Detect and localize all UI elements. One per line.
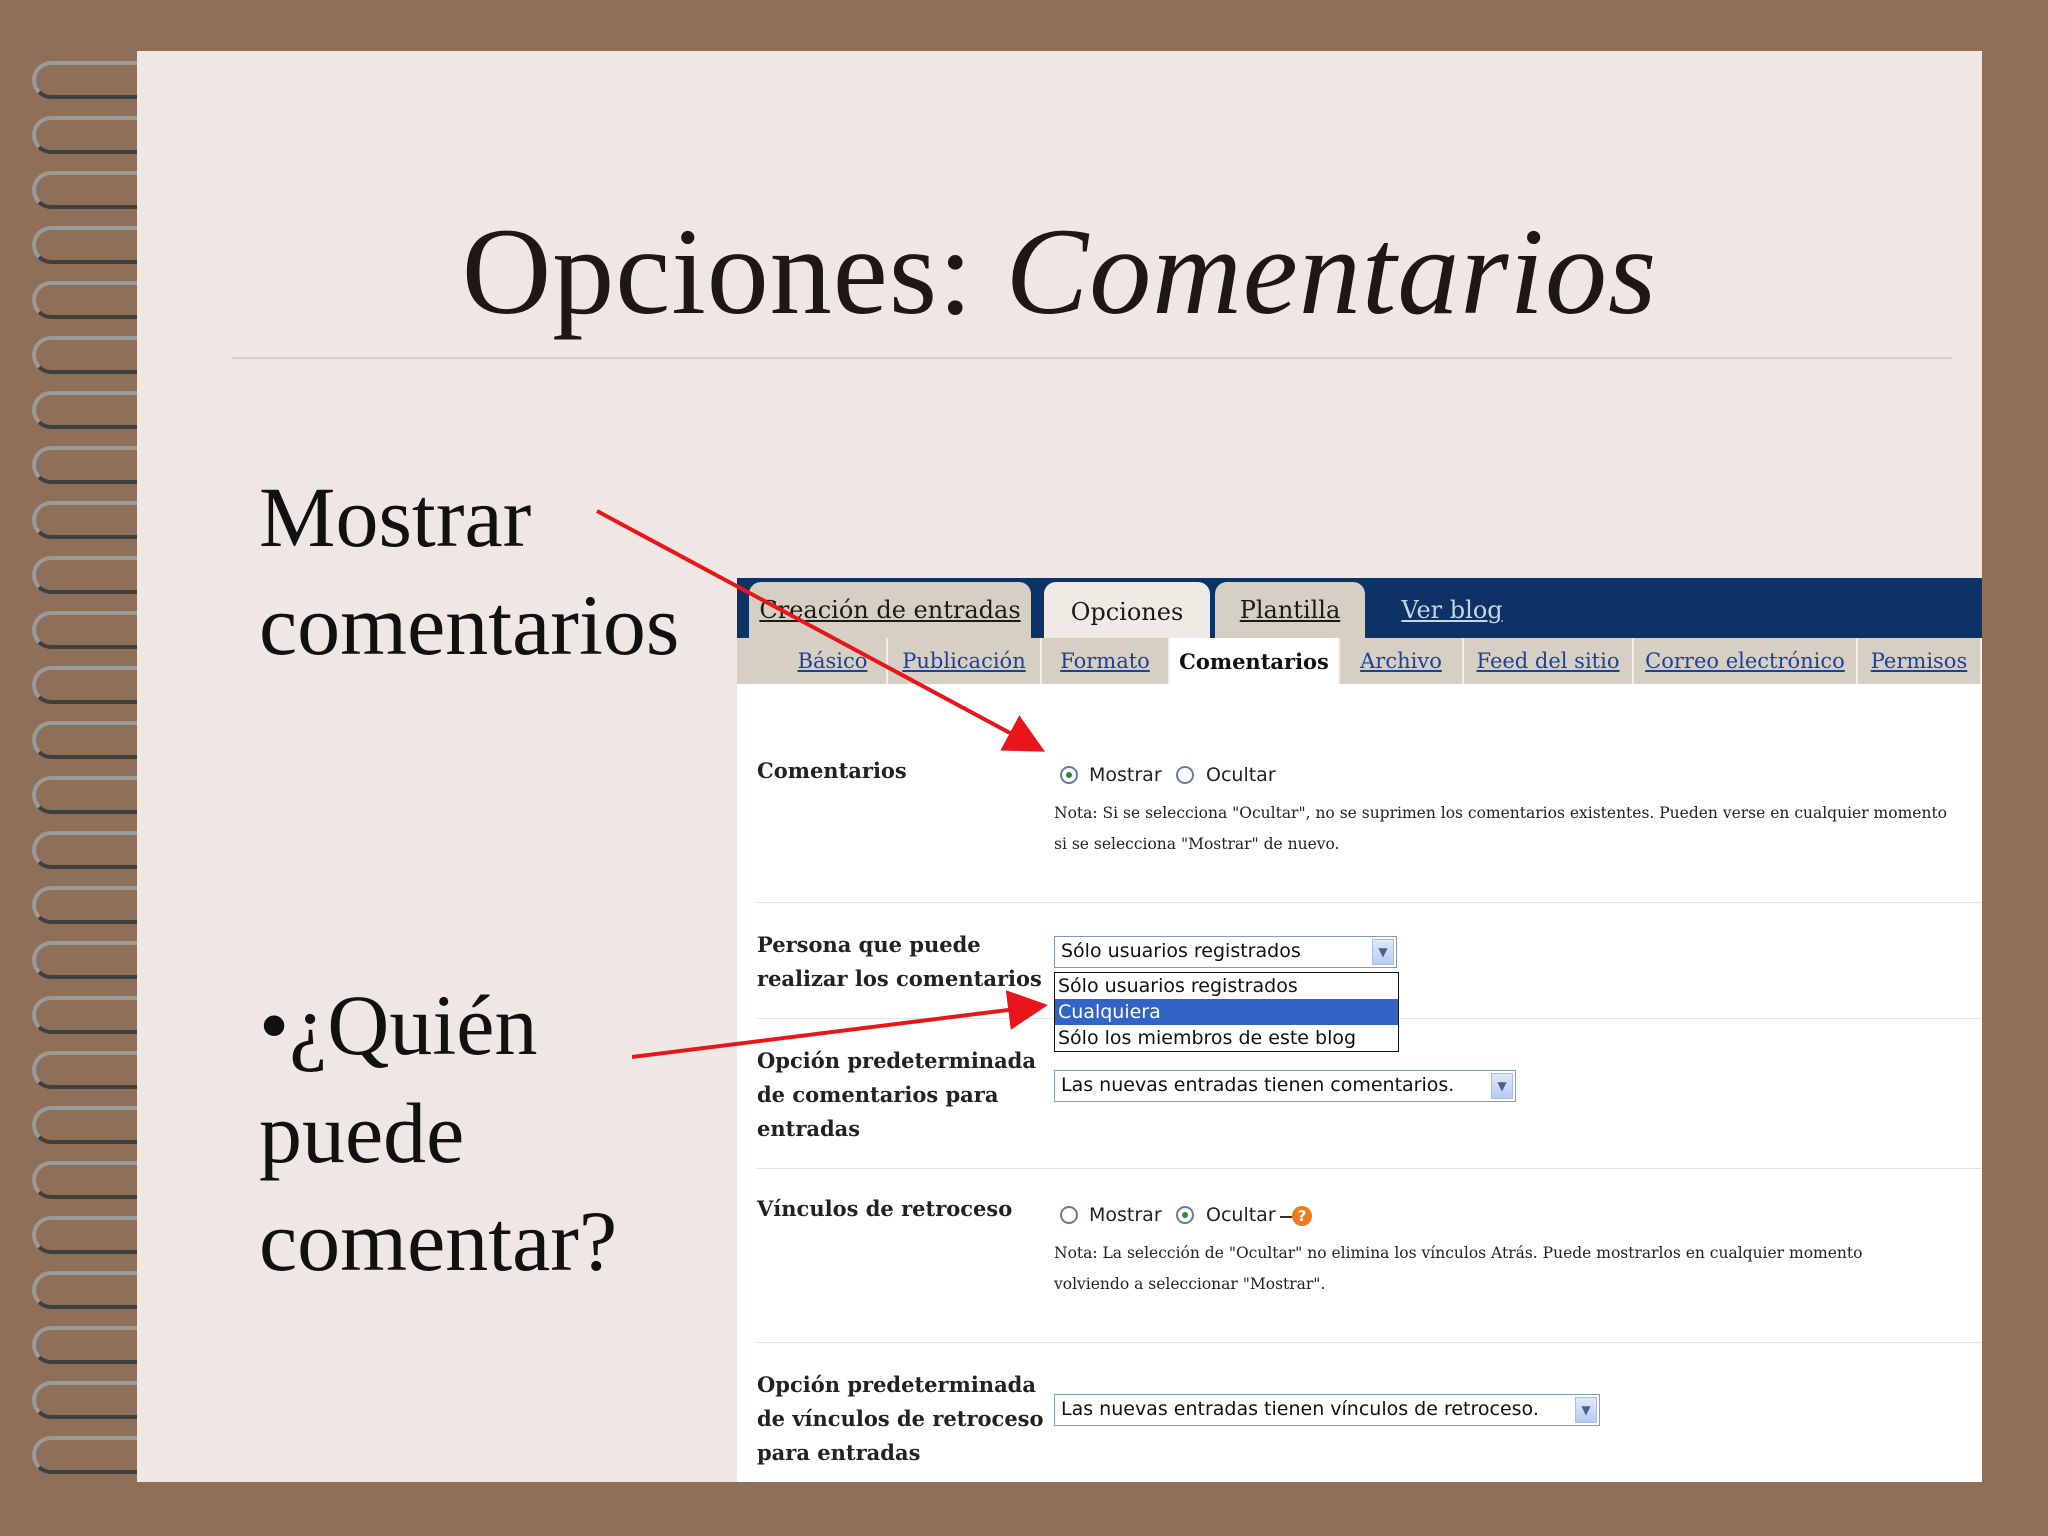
backlinks-show-label: Mostrar [1089,1204,1162,1226]
comments-hide-label: Ocultar [1206,764,1276,786]
default-backlinks-label: Opción predeterminada de vínculos de ret… [757,1368,1044,1470]
who-can-comment-options: Sólo usuarios registrados Cualquiera Sól… [1054,972,1399,1052]
tab-basico[interactable]: Básico [737,638,888,684]
option-blog-members[interactable]: Sólo los miembros de este blog [1055,1025,1398,1051]
bullet-line: comentarios [259,577,680,673]
default-comments-select[interactable]: Las nuevas entradas tienen comentarios. … [1054,1070,1516,1102]
chevron-down-icon[interactable]: ▼ [1491,1073,1513,1099]
select-value: Las nuevas entradas tienen comentarios. [1061,1074,1455,1096]
tab-opciones[interactable]: Opciones [1044,582,1210,642]
slide-title: Opciones: Comentarios [137,201,1982,343]
select-value: Las nuevas entradas tienen vínculos de r… [1061,1398,1539,1420]
label-line: de vínculos de retroceso [757,1406,1044,1431]
bullet-line: Mostrar [259,469,532,565]
title-divider [232,357,1952,359]
blogger-settings-screenshot: Creación de entradas Opciones Plantilla … [737,578,1982,1482]
comments-hide-radio[interactable] [1176,766,1194,784]
help-icon[interactable]: ? [1292,1206,1312,1226]
backlinks-hide-label: Ocultar [1206,1204,1276,1226]
chevron-down-icon[interactable]: ▼ [1372,939,1394,965]
who-can-comment-label: Persona que puede realizar los comentari… [757,928,1042,996]
backlinks-show-radio[interactable] [1060,1206,1078,1224]
title-plain: Opciones: [461,203,1006,340]
chevron-down-icon[interactable]: ▼ [1575,1397,1597,1423]
option-anyone[interactable]: Cualquiera [1055,999,1398,1025]
comments-label: Comentarios [757,758,907,783]
default-comments-label: Opción predeterminada de comentarios par… [757,1044,1036,1146]
comments-show-label: Mostrar [1089,764,1162,786]
backlinks-hide-radio[interactable] [1176,1206,1194,1224]
select-value: Sólo usuarios registrados [1061,940,1301,962]
note-line: si se selecciona "Mostrar" de nuevo. [1054,835,1340,853]
default-backlinks-select[interactable]: Las nuevas entradas tienen vínculos de r… [1054,1394,1600,1426]
top-tab-bar: Creación de entradas Opciones Plantilla … [737,578,1982,642]
label-line: Persona que puede [757,932,981,957]
tab-plantilla[interactable]: Plantilla [1215,582,1365,638]
sub-tab-bar: Básico Publicación Formato Comentarios A… [737,638,1982,684]
tab-permisos[interactable]: Permisos [1858,638,1982,684]
who-can-comment-select[interactable]: Sólo usuarios registrados ▼ [1054,936,1397,968]
separator [757,902,1982,903]
comments-note: Nota: Si se selecciona "Ocultar", no se … [1054,798,1947,860]
separator [757,1342,1982,1343]
label-line: entradas [757,1116,861,1141]
tab-correo-electronico[interactable]: Correo electrónico [1634,638,1858,684]
separator [757,1168,1982,1169]
bullet-show-comments: Mostrar comentarios [259,463,679,679]
bullet-line: puede [259,1085,465,1181]
bullet-line: •¿Quién [259,977,538,1073]
tab-publicacion[interactable]: Publicación [888,638,1042,684]
tab-comentarios[interactable]: Comentarios [1170,638,1340,684]
note-line: Nota: Si se selecciona "Ocultar", no se … [1054,804,1947,822]
tab-archivo[interactable]: Archivo [1340,638,1464,684]
bullet-who-can-comment: •¿Quién puede comentar? [259,971,617,1295]
title-italic: Comentarios [1005,203,1658,340]
bullet-line: comentar? [259,1193,618,1289]
tab-formato[interactable]: Formato [1042,638,1170,684]
backlinks-label: Vínculos de retroceso [757,1196,1013,1221]
comments-show-radio[interactable] [1060,766,1078,784]
tab-creacion-entradas[interactable]: Creación de entradas [749,582,1031,638]
option-registered-users[interactable]: Sólo usuarios registrados [1055,973,1398,999]
label-line: Opción predeterminada [757,1048,1036,1073]
link-ver-blog[interactable]: Ver blog [1377,582,1527,638]
label-line: realizar los comentarios [757,966,1042,991]
label-line: para entradas [757,1440,921,1465]
tab-feed-del-sitio[interactable]: Feed del sitio [1464,638,1634,684]
note-line: Nota: La selección de "Ocultar" no elimi… [1054,1244,1863,1262]
backlinks-note: Nota: La selección de "Ocultar" no elimi… [1054,1238,1862,1300]
label-line: de comentarios para [757,1082,999,1107]
dash [1280,1216,1292,1218]
label-line: Opción predeterminada [757,1372,1036,1397]
note-line: volviendo a seleccionar "Mostrar". [1054,1275,1326,1293]
